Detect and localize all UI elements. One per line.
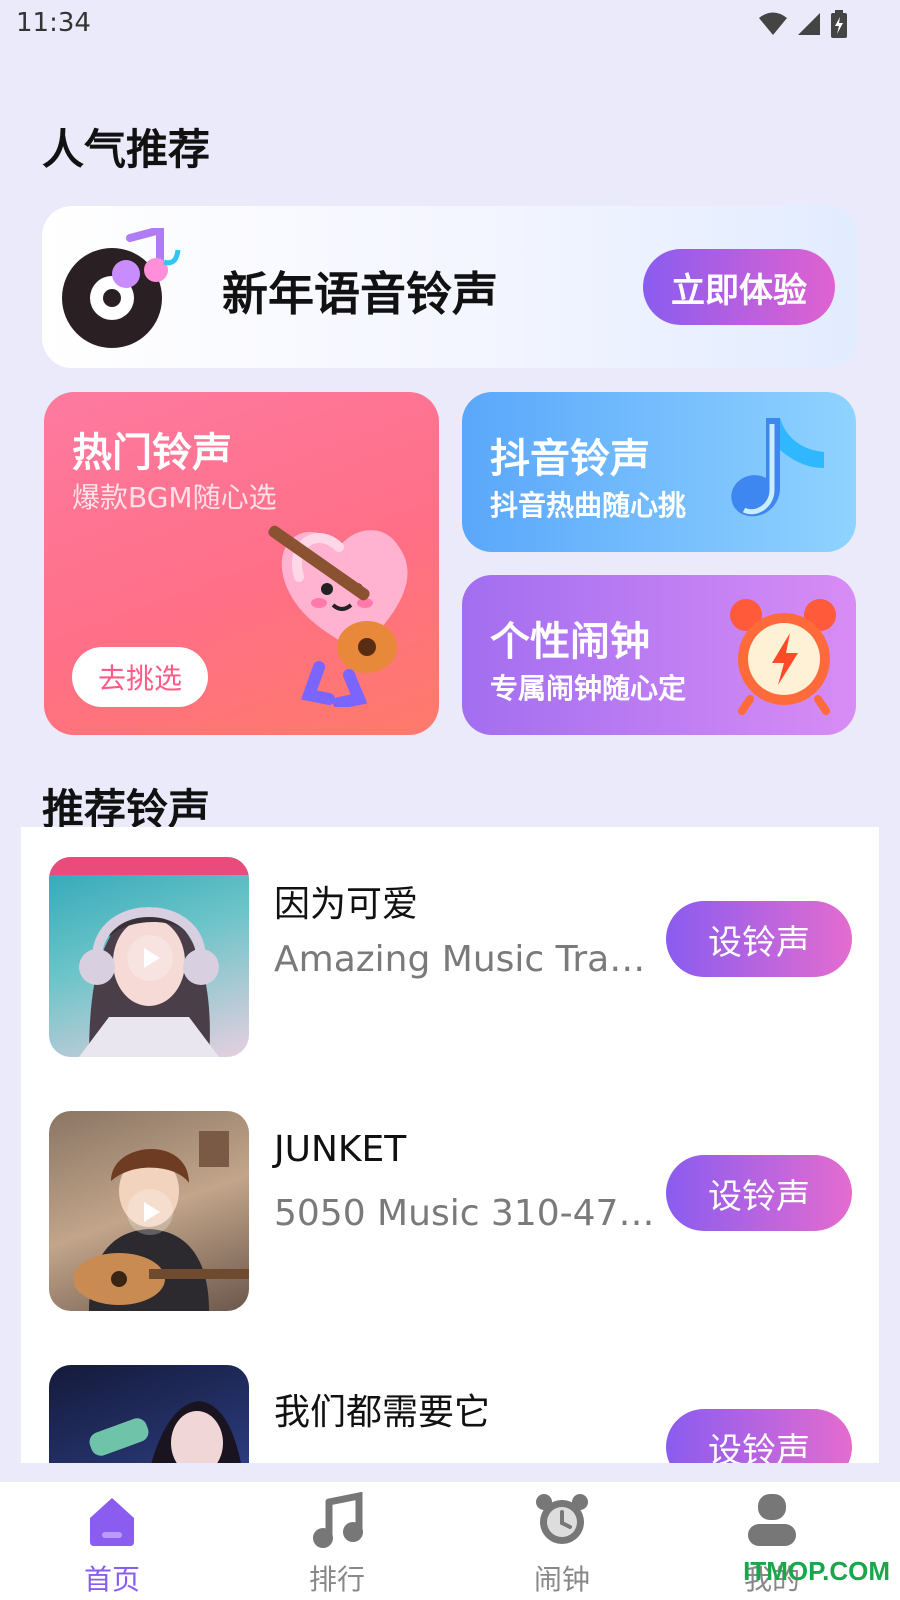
user-icon	[748, 1494, 796, 1546]
custom-alarm-subtitle: 专属闹钟随心定	[490, 672, 687, 705]
hot-ringtones-card[interactable]: 热门铃声 爆款BGM随心选 去挑选	[44, 392, 439, 735]
battery-icon	[831, 10, 847, 38]
douyin-ringtones-card[interactable]: 抖音铃声 抖音热曲随心挑	[462, 392, 856, 552]
banner-title: 新年语音铃声	[222, 267, 498, 321]
custom-alarm-card[interactable]: 个性闹钟 专属闹钟随心定	[462, 575, 856, 735]
tab-home-label: 首页	[83, 1563, 140, 1596]
tab-alarm[interactable]: 闹钟	[502, 1492, 622, 1597]
try-now-button[interactable]: 立即体验	[643, 249, 835, 325]
custom-alarm-title: 个性闹钟	[490, 619, 650, 665]
play-icon[interactable]	[127, 1189, 173, 1235]
douyin-ringtones-title: 抖音铃声	[490, 436, 650, 482]
ringtone-list: 因为可爱 Amazing Music Track... 设铃声 JUNKET 5…	[21, 827, 879, 1463]
list-item[interactable]: 因为可爱 Amazing Music Track... 设铃声	[21, 827, 879, 1057]
music-note-icon	[313, 1491, 363, 1548]
heart-guitar-mascot-icon	[268, 525, 408, 707]
tab-home[interactable]: 首页	[52, 1492, 172, 1597]
status-time: 11:34	[16, 8, 91, 38]
home-icon	[90, 1498, 134, 1546]
set-ringtone-button[interactable]: 设铃声	[666, 1155, 852, 1231]
cover-thumbnail[interactable]	[49, 857, 249, 1057]
alarm-clock-icon	[730, 599, 836, 715]
anime-girl-night-cover	[89, 1401, 241, 1463]
signal-icon	[798, 13, 820, 35]
list-item[interactable]: 我们都需要它 设铃声	[21, 1335, 879, 1463]
douyin-note-icon	[731, 418, 824, 517]
tab-ranking[interactable]: 排行	[277, 1491, 397, 1597]
alarm-clock-icon	[536, 1494, 588, 1544]
pick-button[interactable]: 去挑选	[72, 647, 208, 707]
song-title: 因为可爱	[274, 884, 419, 925]
cover-thumbnail[interactable]	[49, 1365, 249, 1463]
song-title: JUNKET	[274, 1129, 407, 1170]
cover-thumbnail[interactable]	[49, 1111, 249, 1311]
music-disc-icon	[62, 228, 181, 348]
popular-section-title: 人气推荐	[42, 125, 211, 174]
tab-alarm-label: 闹钟	[533, 1563, 590, 1596]
tab-ranking-label: 排行	[308, 1563, 365, 1596]
song-artist: Amazing Music Track...	[274, 939, 664, 980]
new-year-voice-banner[interactable]: 新年语音铃声 立即体验	[42, 206, 857, 368]
song-artist: 5050 Music 310-478-9...	[274, 1193, 664, 1234]
play-icon[interactable]	[127, 935, 173, 981]
hot-ringtones-title: 热门铃声	[72, 430, 232, 476]
status-bar: 11:34	[0, 0, 900, 52]
status-icons	[758, 10, 848, 38]
set-ringtone-button[interactable]: 设铃声	[666, 901, 852, 977]
set-ringtone-button[interactable]: 设铃声	[666, 1409, 852, 1463]
wifi-icon	[759, 12, 787, 35]
douyin-ringtones-subtitle: 抖音热曲随心挑	[490, 489, 687, 522]
song-title: 我们都需要它	[274, 1392, 491, 1433]
list-item[interactable]: JUNKET 5050 Music 310-478-9... 设铃声	[21, 1081, 879, 1311]
site-watermark: ITMOP.COM	[743, 1556, 890, 1586]
hot-ringtones-subtitle: 爆款BGM随心选	[72, 481, 277, 514]
